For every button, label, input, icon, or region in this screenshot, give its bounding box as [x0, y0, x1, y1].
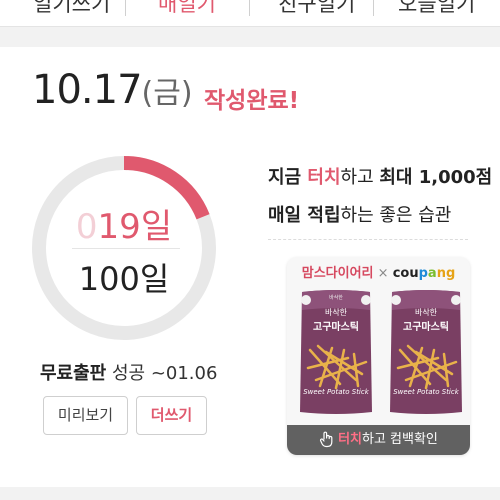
product-image: 바삭한 바삭한 고구마스틱 Sweet Potato Stick [296, 288, 376, 416]
ad-cta-touch: 터치 [338, 432, 362, 447]
ad-cta-button[interactable]: 터치하고 컴백확인 [287, 425, 470, 455]
preview-button[interactable]: 미리보기 [43, 396, 128, 435]
publish-info: 무료출판 성공 ~01.06 [40, 359, 217, 385]
publish-label: 무료출판 [40, 363, 107, 384]
publish-detail: 성공 ~01.06 [106, 363, 218, 384]
tab-today-diary[interactable]: 오늘일기 [398, 0, 475, 18]
product-name: 고구마스틱 [313, 322, 359, 333]
entry-date: 10.17(금) [32, 67, 193, 113]
current-day-unit: 일 [140, 207, 173, 247]
current-day-value: 19 [97, 207, 141, 247]
product-top-text: 바삭한 [324, 308, 348, 317]
promo-max-points: 최대 1,000점 [379, 167, 493, 188]
goal-day-count: 100일 [78, 260, 170, 298]
coupang-logo-part: ng [436, 266, 456, 281]
current-day-prefix: 0 [75, 207, 98, 247]
product-english-name: Sweet Potato Stick [393, 388, 459, 396]
ad-brand-momsdiary: 맘스다이어리 [301, 266, 374, 281]
tab-my-diary[interactable]: 매일기 [158, 0, 216, 18]
top-tab-bar: 일기쓰기 매일기 친구일기 오늘일기 [0, 0, 500, 27]
product-top-text: 바삭한 [414, 308, 438, 317]
current-day-count: 019일 [44, 199, 204, 248]
coupang-ad-banner[interactable]: 맘스다이어리 × coupang 바삭한 바삭한 고구마스틱 Sweet Pot… [287, 257, 470, 455]
promo-line-2: 매일 적립하는 좋은 습관 [268, 201, 451, 227]
ad-brand-coupang: coupang [393, 266, 456, 281]
ad-brand-line: 맘스다이어리 × coupang [287, 262, 470, 281]
date-value: 10.17 [32, 67, 143, 113]
promo-text: 하고 [340, 167, 380, 188]
product-top-text: 바삭한 [329, 295, 343, 301]
product-english-name: Sweet Potato Stick [303, 388, 369, 396]
promo-divider [268, 239, 468, 240]
tab-divider [249, 0, 250, 16]
product-name: 고구마스틱 [403, 322, 449, 333]
promo-line-1: 지금 터치하고 최대 1,000점 [268, 163, 492, 189]
ad-cta-text: 하고 컴백확인 [362, 432, 438, 447]
product-image: 바삭한 고구마스틱 Sweet Potato Stick [386, 288, 466, 416]
weekday: (금) [141, 76, 193, 111]
count-divider [72, 248, 180, 249]
promo-text: 하는 좋은 습관 [340, 205, 452, 226]
tab-divider [125, 0, 126, 16]
promo-touch-highlight: 터치 [307, 167, 341, 188]
pointing-hand-icon [320, 431, 333, 448]
tab-write-diary[interactable]: 일기쓰기 [33, 0, 110, 18]
coupang-logo-part: a [427, 266, 437, 281]
write-status: 작성완료! [204, 88, 300, 114]
coupang-logo-part: cou [392, 266, 419, 281]
promo-daily-earn: 매일 적립 [268, 205, 341, 226]
write-more-button[interactable]: 더쓰기 [136, 396, 207, 435]
coupang-logo-part: p [418, 266, 428, 281]
diary-status-card: 10.17(금) 작성완료! 019일 100일 무료출판 성공 ~01.06 … [0, 47, 500, 487]
promo-text: 지금 [268, 167, 308, 188]
tab-divider [373, 0, 374, 16]
tab-friend-diary[interactable]: 친구일기 [278, 0, 355, 18]
ad-brand-separator: × [373, 266, 393, 281]
